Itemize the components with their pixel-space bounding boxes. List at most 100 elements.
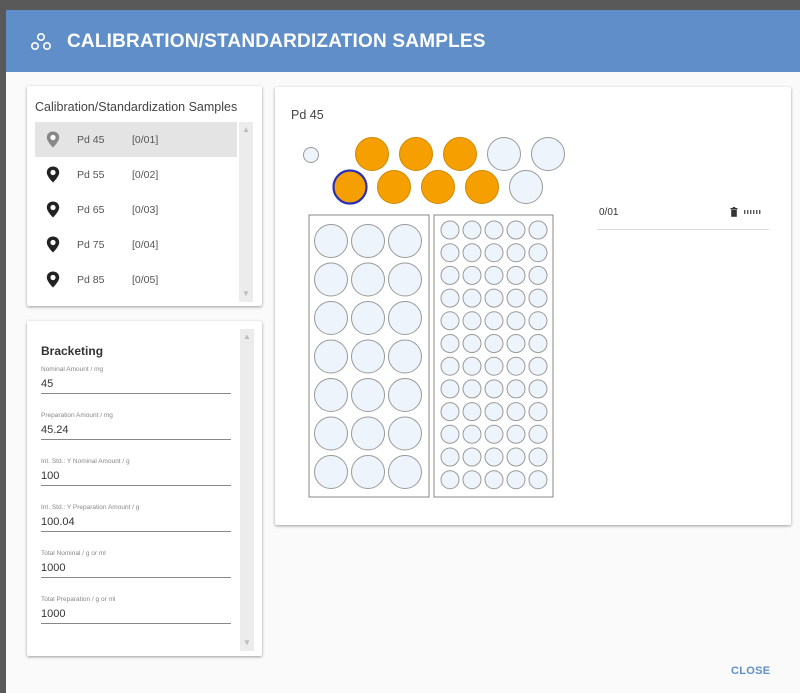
bracketing-field[interactable]: Preparation Amount / mg 45.24: [41, 412, 231, 440]
small-rack-well[interactable]: [462, 265, 482, 285]
large-rack-well[interactable]: [351, 378, 385, 412]
small-rack-well[interactable]: [484, 265, 504, 285]
large-rack-well[interactable]: [351, 416, 385, 451]
small-rack-well[interactable]: [440, 311, 460, 331]
sample-list-item[interactable]: Pd 85 [0/05]: [35, 262, 237, 297]
bracketing-field[interactable]: Total Nominal / g or ml 1000: [41, 550, 231, 578]
small-rack-well[interactable]: [506, 243, 526, 263]
small-rack-well[interactable]: [440, 356, 460, 376]
large-rack-well[interactable]: [314, 455, 348, 489]
small-rack-well[interactable]: [528, 424, 548, 444]
rack-position[interactable]: [465, 170, 499, 204]
field-input[interactable]: 45: [41, 376, 231, 394]
scroll-down-arrow-icon[interactable]: ▼: [240, 637, 254, 649]
rack-position[interactable]: [355, 137, 389, 171]
rack-position[interactable]: [509, 170, 543, 204]
small-rack-well[interactable]: [528, 311, 548, 331]
small-rack-well[interactable]: [484, 470, 504, 490]
small-rack-well[interactable]: [506, 334, 526, 353]
small-rack-well[interactable]: [440, 470, 460, 490]
field-input[interactable]: 100: [41, 468, 231, 486]
small-rack-well[interactable]: [462, 402, 482, 422]
scroll-down-arrow-icon[interactable]: ▼: [239, 288, 253, 300]
small-rack-well[interactable]: [462, 334, 482, 353]
large-rack-well[interactable]: [351, 301, 385, 335]
sample-list-item[interactable]: Pd 75 [0/04]: [35, 227, 237, 262]
large-rack-well[interactable]: [314, 224, 348, 258]
bracketing-field[interactable]: Total Preparation / g or ml 1000: [41, 596, 231, 624]
rack-position[interactable]: [531, 137, 565, 171]
small-rack-well[interactable]: [440, 379, 460, 399]
rack-position[interactable]: [377, 170, 411, 204]
samples-scrollbar[interactable]: ▲ ▼: [239, 122, 253, 302]
small-rack-well[interactable]: [440, 334, 460, 353]
small-rack-well[interactable]: [440, 447, 460, 467]
trash-icon[interactable]: [730, 207, 738, 217]
small-rack-well[interactable]: [528, 447, 548, 467]
small-rack-well[interactable]: [462, 379, 482, 399]
small-rack-well[interactable]: [484, 220, 504, 240]
bracketing-scrollbar[interactable]: ▲ ▼: [240, 329, 254, 651]
small-rack-well[interactable]: [484, 334, 504, 353]
small-rack-well[interactable]: [440, 424, 460, 444]
scroll-up-arrow-icon[interactable]: ▲: [239, 124, 253, 136]
bracketing-field[interactable]: Int. Std.: Y Nominal Amount / g 100: [41, 458, 231, 486]
small-rack-well[interactable]: [528, 402, 548, 422]
small-rack-well[interactable]: [484, 379, 504, 399]
large-rack-well[interactable]: [314, 416, 348, 451]
sample-list-item[interactable]: Pd 45 [0/01]: [35, 122, 237, 157]
small-rack-well[interactable]: [484, 424, 504, 444]
small-rack-well[interactable]: [506, 470, 526, 490]
field-input[interactable]: 1000: [41, 606, 231, 624]
small-rack-well[interactable]: [528, 470, 548, 490]
small-rack-well[interactable]: [506, 447, 526, 467]
small-rack-well[interactable]: [484, 288, 504, 308]
large-rack-well[interactable]: [351, 224, 385, 258]
rack-position[interactable]: [443, 137, 477, 171]
small-rack-well[interactable]: [528, 356, 548, 376]
small-rack-well[interactable]: [440, 288, 460, 308]
rack-position[interactable]: [303, 147, 319, 163]
small-rack-well[interactable]: [506, 220, 526, 240]
small-rack-well[interactable]: [462, 447, 482, 467]
small-rack-well[interactable]: [528, 243, 548, 263]
small-rack-well[interactable]: [484, 447, 504, 467]
sample-list-item[interactable]: Pd 65 [0/03]: [35, 192, 237, 227]
small-rack-well[interactable]: [484, 243, 504, 263]
small-rack-well[interactable]: [506, 424, 526, 444]
small-rack-well[interactable]: [506, 402, 526, 422]
large-rack-well[interactable]: [388, 262, 422, 297]
small-rack-well[interactable]: [506, 311, 526, 331]
small-rack-well[interactable]: [462, 220, 482, 240]
small-rack-well[interactable]: [484, 402, 504, 422]
large-rack-well[interactable]: [388, 416, 422, 451]
large-rack-well[interactable]: [351, 262, 385, 297]
small-rack-well[interactable]: [462, 288, 482, 308]
large-rack-well[interactable]: [388, 455, 422, 489]
small-rack-well[interactable]: [506, 356, 526, 376]
small-rack-well[interactable]: [528, 265, 548, 285]
small-rack-well[interactable]: [440, 220, 460, 240]
drag-handle-icon[interactable]: [744, 210, 762, 214]
small-rack-well[interactable]: [506, 288, 526, 308]
small-rack-well[interactable]: [462, 424, 482, 444]
small-rack-well[interactable]: [462, 311, 482, 331]
field-input[interactable]: 1000: [41, 560, 231, 578]
sample-list-item[interactable]: Pd 55 [0/02]: [35, 157, 237, 192]
small-rack-well[interactable]: [440, 265, 460, 285]
small-rack-well[interactable]: [528, 288, 548, 308]
small-rack-well[interactable]: [462, 356, 482, 376]
large-rack-well[interactable]: [388, 224, 422, 258]
small-rack-well[interactable]: [462, 243, 482, 263]
rack-position[interactable]: [421, 170, 455, 204]
small-rack-well[interactable]: [506, 379, 526, 399]
large-rack-well[interactable]: [314, 339, 348, 374]
selected-rack-position[interactable]: [332, 169, 368, 205]
scroll-up-arrow-icon[interactable]: ▲: [240, 331, 254, 343]
large-rack-well[interactable]: [351, 455, 385, 489]
small-rack-well[interactable]: [528, 334, 548, 353]
small-rack-well[interactable]: [528, 220, 548, 240]
field-input[interactable]: 45.24: [41, 422, 231, 440]
rack-position[interactable]: [399, 137, 433, 171]
bracketing-field[interactable]: Int. Std.: Y Preparation Amount / g 100.0…: [41, 504, 231, 532]
